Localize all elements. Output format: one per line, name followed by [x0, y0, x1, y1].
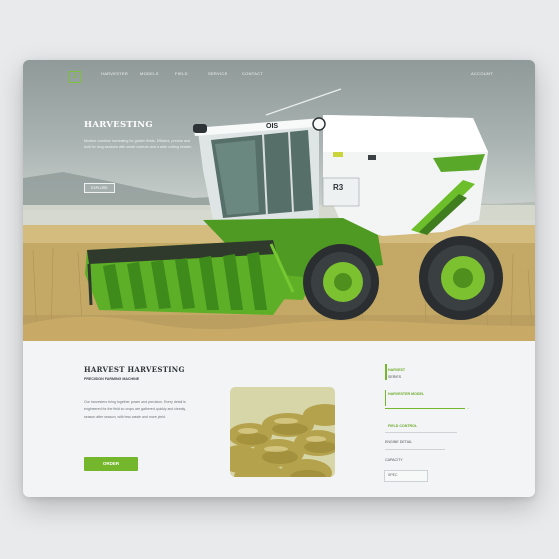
explore-button[interactable]: EXPLORE — [84, 183, 115, 193]
nav-link-contact[interactable]: CONTACT — [242, 71, 263, 76]
cab-label: OIS — [266, 123, 278, 130]
logo-icon[interactable]: J — [69, 71, 81, 83]
sidebar-divider — [385, 449, 445, 450]
top-nav: J HARVESTER MODELS FIELD SERVICE CONTACT… — [23, 60, 535, 90]
hero-description: Modern combine harvesting for golden fie… — [84, 139, 192, 149]
crop-field-image — [230, 387, 335, 477]
order-button[interactable]: ORDER — [84, 457, 138, 471]
sidebar-item-engine[interactable]: ENGINE DETAIL — [385, 440, 412, 444]
arrow-right-icon[interactable]: → — [466, 406, 470, 410]
combine-harvester-image: OIS R3 — [23, 88, 535, 341]
nav-link-models[interactable]: MODELS — [140, 71, 159, 76]
sidebar-label-harvest: HARVEST — [388, 368, 406, 372]
sidebar-label-series: SERIES — [388, 375, 402, 379]
browser-frame: OIS R3 J HARVESTER MODELS FIELD SERVICE … — [23, 60, 535, 497]
section-title: HARVEST HARVESTING — [84, 365, 185, 374]
nav-link-account[interactable]: ACCOUNT — [471, 71, 493, 76]
sidebar-input-box[interactable]: SPEC — [384, 470, 428, 482]
sidebar-item-capacity[interactable]: CAPACITY — [385, 458, 403, 462]
sidebar-divider — [385, 432, 457, 433]
body-tag: R3 — [333, 183, 344, 192]
sidebar-divider — [385, 408, 465, 409]
section-subtitle: PRECISION FARMING MACHINE — [84, 377, 140, 381]
hero-section: OIS R3 J HARVESTER MODELS FIELD SERVICE … — [23, 60, 535, 341]
nav-link-service[interactable]: SERVICE — [208, 71, 228, 76]
front-wheel — [303, 244, 379, 320]
sidebar-divider-vertical — [385, 390, 386, 406]
sidebar-accent-bar — [385, 364, 387, 380]
nav-link-harvester[interactable]: HARVESTER — [101, 71, 128, 76]
hero-title: HARVESTING — [84, 120, 153, 130]
sidebar-link-field[interactable]: FIELD CONTROL — [388, 424, 417, 428]
sidebar-link-model[interactable]: HARVESTER MODEL — [388, 392, 424, 396]
section-paragraph: Our harvesters bring together power and … — [84, 400, 186, 419]
nav-link-field[interactable]: FIELD — [175, 71, 188, 76]
